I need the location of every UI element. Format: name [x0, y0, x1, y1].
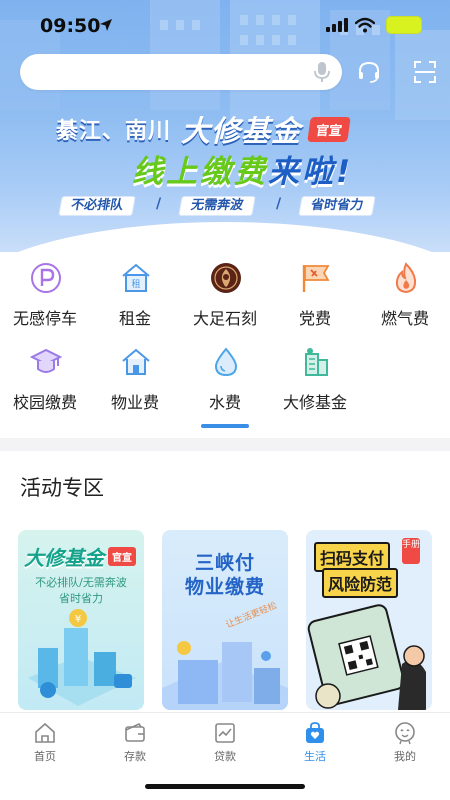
service-water[interactable]: 水费	[180, 346, 270, 422]
banner-tag: 无需奔波	[178, 196, 256, 216]
banner-place: 綦江、南川	[56, 119, 172, 144]
service-gas[interactable]: 燃气费	[360, 262, 450, 338]
banner-tag-separator: /	[276, 196, 282, 212]
scan-icon[interactable]	[413, 60, 437, 84]
user-icon	[395, 722, 415, 745]
banner-tag: 省时省力	[298, 196, 376, 216]
card-title-row: 大修基金 官宣	[24, 542, 136, 571]
house-icon	[122, 348, 150, 375]
service-dazu[interactable]: 大足石刻	[180, 262, 270, 338]
card-title: 物业缴费	[184, 576, 265, 598]
banner-slogan-part2: 来啦	[268, 154, 336, 190]
tab-loan[interactable]: 贷款	[180, 713, 270, 773]
service-label: 党费	[298, 309, 331, 328]
service-label: 水费	[208, 393, 241, 412]
search-bar[interactable]	[20, 54, 342, 90]
section-divider	[0, 438, 450, 451]
tab-label: 存款	[124, 750, 146, 763]
status-time: 09:50	[40, 15, 101, 37]
location-arrow-icon	[100, 19, 112, 31]
graduation-cap-icon	[30, 348, 62, 373]
service-label: 大修基金	[282, 393, 347, 412]
activity-card-scan-pay-safety[interactable]: 扫码支付 风险防范 手册	[306, 530, 432, 710]
tab-home[interactable]: 首页	[0, 713, 90, 773]
cellular-signal-icon	[326, 18, 348, 32]
banner-tags: 不必排队 / 无需奔波 / 省时省力	[58, 196, 400, 216]
property-buildings-illustration	[162, 641, 288, 710]
home-indicator[interactable]	[145, 784, 305, 789]
tab-label: 我的	[394, 750, 416, 763]
chart-icon	[215, 723, 235, 743]
service-label: 物业费	[110, 393, 159, 412]
battery-icon	[386, 16, 422, 34]
card-subtitle: 不必排队/无需奔波	[35, 576, 127, 589]
section-title: 活动专区	[20, 476, 104, 500]
official-badge: 官宣	[108, 547, 136, 566]
service-maintenance-fund[interactable]: 大修基金	[270, 346, 360, 422]
party-flag-icon	[302, 265, 330, 292]
banner-fund-title: 大修基金	[181, 114, 302, 148]
card-subtitle: 省时省力	[59, 592, 103, 605]
parking-icon	[31, 263, 61, 293]
svg-text:租: 租	[131, 279, 140, 290]
official-badge: 官宣	[307, 116, 351, 142]
customer-service-headset-icon[interactable]	[357, 60, 381, 84]
flame-icon	[395, 262, 417, 294]
microphone-icon[interactable]	[314, 62, 330, 82]
tab-label: 首页	[34, 750, 56, 763]
banner-slogan: 线上缴费来啦!	[132, 146, 353, 191]
activity-card-maintenance-fund[interactable]: 大修基金 官宣 不必排队/无需奔波 省时省力 ¥	[18, 530, 144, 710]
service-label: 大足石刻	[192, 309, 257, 328]
banner-tag: 不必排队	[58, 196, 136, 216]
services-page-indicator	[201, 424, 249, 428]
service-label: 校园缴费	[12, 393, 77, 412]
banner-slogan-part3: !	[336, 154, 354, 190]
search-input[interactable]	[34, 54, 304, 90]
svg-text:¥: ¥	[75, 614, 81, 625]
phone-qr-illustration	[307, 604, 426, 710]
card-title: 大修基金	[24, 546, 104, 570]
status-bar: 09:50	[0, 0, 450, 52]
service-label: 燃气费	[380, 309, 429, 328]
shopping-bag-heart-icon	[306, 722, 324, 743]
banner-slogan-part1: 线上缴费	[132, 154, 268, 190]
building-fund-icon	[305, 348, 328, 376]
activity-card-property-payment[interactable]: 三峡付 物业缴费 让生活更轻松	[162, 530, 288, 710]
tab-label: 生活	[304, 750, 326, 763]
tab-life[interactable]: 生活	[270, 713, 360, 773]
service-property[interactable]: 物业费	[90, 346, 180, 422]
tab-deposit[interactable]: 存款	[90, 713, 180, 773]
service-label: 无感停车	[12, 309, 77, 328]
service-parking[interactable]: 无感停车	[0, 262, 90, 338]
water-drop-icon	[214, 347, 238, 377]
banner-tag-separator: /	[156, 196, 162, 212]
dazu-rock-carving-icon	[211, 263, 241, 293]
card-title: 三峡付	[194, 552, 255, 574]
fund-buildings-illustration: ¥	[28, 609, 136, 706]
banner-headline: 綦江、南川 大修基金 官宣	[56, 112, 351, 148]
service-campus[interactable]: 校园缴费	[0, 346, 90, 422]
service-party-fee[interactable]: 党费	[270, 262, 360, 338]
wallet-icon	[125, 722, 145, 742]
tab-mine[interactable]: 我的	[360, 713, 450, 773]
home-icon	[35, 722, 55, 743]
wifi-icon	[355, 17, 375, 33]
service-label: 租金	[118, 309, 151, 328]
handbook-badge: 手册	[402, 538, 420, 564]
service-rent[interactable]: 租 租金	[90, 262, 180, 338]
rent-house-icon: 租	[122, 263, 150, 292]
tab-label: 贷款	[214, 750, 236, 763]
